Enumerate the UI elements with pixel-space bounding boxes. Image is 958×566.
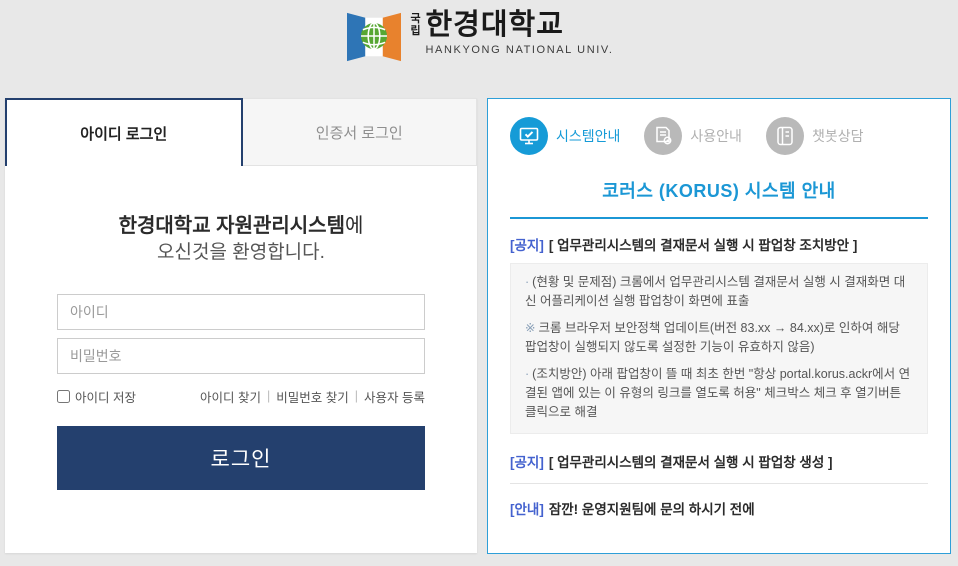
tab-usage-guide-label: 사용안내: [690, 126, 742, 146]
welcome-system-name: 한경대학교 자원관리시스템: [119, 215, 345, 237]
login-body: 한경대학교 자원관리시스템에 오신것을 환영합니다. 아이디 저장 아이디 찾기…: [5, 166, 477, 490]
find-id-link[interactable]: 아이디 찾기: [200, 387, 261, 406]
login-panel: 아이디 로그인 인증서 로그인 한경대학교 자원관리시스템에 오신것을 환영합니…: [5, 98, 477, 553]
bullet-marker: ※: [525, 321, 535, 335]
login-form: 아이디 저장 아이디 찾기 | 비밀번호 찾기 | 사용자 등록 로그인: [57, 294, 425, 490]
university-logo: 국립 한경대학교 HANKYONG NATIONAL UNIV.: [345, 10, 614, 64]
notice-tag: [안내]: [510, 502, 544, 517]
header: 국립 한경대학교 HANKYONG NATIONAL UNIV.: [0, 0, 958, 98]
monitor-check-icon: [510, 117, 548, 155]
info-title: 코러스 (KORUS) 시스템 안내: [510, 177, 928, 203]
tab-id-login[interactable]: 아이디 로그인: [5, 98, 243, 166]
university-name: 한경대학교: [426, 10, 564, 42]
notice-1-details: ·(현황 및 문제점) 크롬에서 업무관리시스템 결재문서 실행 시 결재화면 …: [510, 263, 928, 434]
link-separator: |: [267, 389, 270, 403]
notice-title: [ 업무관리시스템의 결재문서 실행 시 팝업창 조치방안 ]: [549, 238, 858, 253]
login-button[interactable]: 로그인: [57, 426, 425, 490]
tab-certificate-login[interactable]: 인증서 로그인: [243, 98, 478, 166]
notice-tag: [공지]: [510, 455, 544, 470]
tab-chatbot[interactable]: 챗봇상담: [766, 117, 864, 155]
welcome-line1: 한경대학교 자원관리시스템에: [57, 212, 425, 240]
register-user-link[interactable]: 사용자 등록: [364, 387, 425, 406]
main-content: 아이디 로그인 인증서 로그인 한경대학교 자원관리시스템에 오신것을 환영합니…: [0, 98, 958, 554]
save-id-label[interactable]: 아이디 저장: [57, 387, 136, 406]
save-id-checkbox[interactable]: [57, 390, 70, 403]
id-input[interactable]: [57, 294, 425, 330]
chatbot-book-icon: [766, 117, 804, 155]
notice-1-link[interactable]: [공지] [ 업무관리시스템의 결재문서 실행 시 팝업창 조치방안 ]: [510, 225, 928, 261]
system-info-panel: 시스템안내 사용안내: [487, 98, 951, 554]
find-password-link[interactable]: 비밀번호 찾기: [276, 387, 348, 406]
password-input[interactable]: [57, 338, 425, 374]
notice-detail-line: ·(현황 및 문제점) 크롬에서 업무관리시스템 결재문서 실행 시 결재화면 …: [525, 273, 913, 312]
info-tabs: 시스템안내 사용안내: [510, 113, 928, 157]
login-tabs: 아이디 로그인 인증서 로그인: [5, 98, 477, 166]
university-logo-icon: [345, 10, 403, 64]
welcome-message: 한경대학교 자원관리시스템에 오신것을 환영합니다.: [57, 212, 425, 266]
document-gear-icon: [644, 117, 682, 155]
notice-2-link[interactable]: [공지] [ 업무관리시스템의 결재문서 실행 시 팝업창 생성 ]: [510, 442, 928, 478]
notice-detail-line: ·(조치방안) 아래 팝업창이 뜰 때 최초 한번 "항상 portal.kor…: [525, 365, 913, 423]
tab-system-guide[interactable]: 시스템안내: [510, 117, 620, 155]
logo-prefix: 국립: [411, 14, 423, 37]
save-id-text: 아이디 저장: [75, 387, 136, 406]
university-logo-text: 국립 한경대학교 HANKYONG NATIONAL UNIV.: [411, 10, 614, 56]
link-separator: |: [355, 389, 358, 403]
notice-tag: [공지]: [510, 238, 544, 253]
welcome-line2: 오신것을 환영합니다.: [57, 240, 425, 266]
bullet-marker: ·: [525, 367, 529, 381]
welcome-suffix: 에: [345, 215, 363, 237]
bullet-marker: ·: [525, 275, 529, 289]
tab-system-guide-label: 시스템안내: [556, 126, 620, 146]
account-links: 아이디 찾기 | 비밀번호 찾기 | 사용자 등록: [200, 387, 425, 406]
notice-detail-line: ※크롬 브라우저 보안정책 업데이트(버전 83.xx → 84.xx)로 인하…: [525, 319, 913, 358]
notice-divider: [510, 483, 928, 484]
university-name-english: HANKYONG NATIONAL UNIV.: [426, 44, 614, 56]
tab-chatbot-label: 챗봇상담: [812, 126, 864, 146]
notice-3-link[interactable]: [안내] 잠깐! 운영지원팀에 문의 하시기 전에: [510, 489, 928, 525]
title-underline: [510, 217, 928, 219]
tab-usage-guide[interactable]: 사용안내: [644, 117, 742, 155]
login-options: 아이디 저장 아이디 찾기 | 비밀번호 찾기 | 사용자 등록: [57, 387, 425, 406]
notice-title: [ 업무관리시스템의 결재문서 실행 시 팝업창 생성 ]: [549, 455, 833, 470]
page: 국립 한경대학교 HANKYONG NATIONAL UNIV. 아이디 로그인…: [0, 0, 958, 554]
notice-title: 잠깐! 운영지원팀에 문의 하시기 전에: [549, 502, 755, 517]
